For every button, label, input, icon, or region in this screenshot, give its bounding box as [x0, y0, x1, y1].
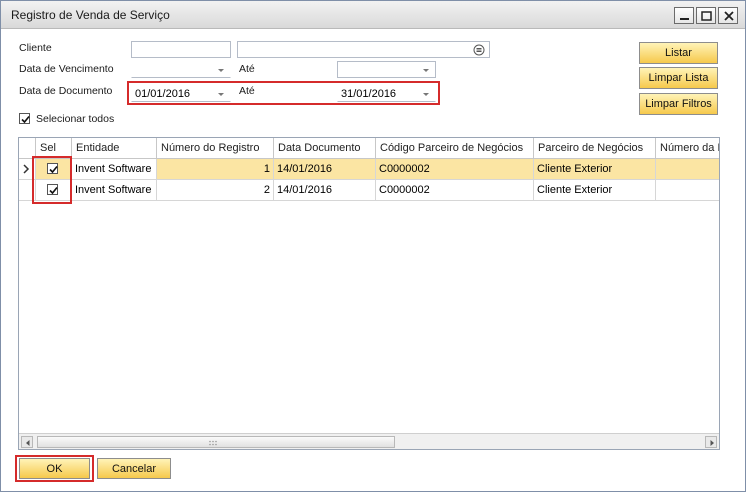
data-documento-cell[interactable]: 14/01/2016 [274, 180, 376, 200]
entidade-cell[interactable]: Invent Software [72, 159, 157, 179]
close-icon [724, 11, 734, 21]
entidade-cell[interactable]: Invent Software [72, 180, 157, 200]
data-documento-cell[interactable]: 14/01/2016 [274, 159, 376, 179]
column-header-entidade[interactable]: Entidade [72, 138, 157, 159]
vencimento-ate-label: Até [239, 63, 255, 75]
parceiro-cell[interactable]: Cliente Exterior [534, 180, 656, 200]
dialog-window: Registro de Venda de Serviço Cliente Dat… [0, 0, 746, 492]
listar-button[interactable]: Listar [639, 42, 718, 64]
cliente-label: Cliente [19, 42, 52, 54]
vencimento-to-field[interactable] [337, 61, 436, 78]
documento-label: Data de Documento [19, 85, 113, 97]
choose-from-list-icon[interactable] [473, 44, 485, 56]
scroll-left-button[interactable] [21, 436, 33, 448]
limpar-lista-button[interactable]: Limpar Lista [639, 67, 718, 89]
numero-n-cell[interactable] [656, 159, 719, 179]
vencimento-label: Data de Vencimento [19, 63, 114, 75]
vencimento-from-field[interactable] [131, 61, 231, 78]
maximize-button[interactable] [696, 7, 716, 24]
limpar-filtros-button[interactable]: Limpar Filtros [639, 93, 718, 115]
numero-n-cell[interactable] [656, 180, 719, 200]
grip-icon [209, 440, 217, 446]
scrollbar-thumb[interactable] [37, 436, 395, 448]
title-bar[interactable]: Registro de Venda de Serviço [1, 1, 745, 29]
ok-button[interactable]: OK [19, 458, 90, 479]
cliente-code-input[interactable] [131, 41, 231, 58]
minimize-icon [680, 18, 689, 20]
column-header-parceiro[interactable]: Parceiro de Negócios [534, 138, 656, 159]
scroll-right-button[interactable] [705, 436, 717, 448]
scroll-left-icon [26, 440, 30, 446]
grid-header: Sel Entidade Número do Registro Data Doc… [19, 138, 719, 159]
select-all-label: Selecionar todos [36, 113, 115, 125]
minimize-button[interactable] [674, 7, 694, 24]
column-header-codigo-parceiro[interactable]: Código Parceiro de Negócios [376, 138, 534, 159]
select-all-checkbox[interactable] [19, 113, 30, 124]
results-grid[interactable]: Sel Entidade Número do Registro Data Doc… [18, 137, 720, 450]
documento-to-field[interactable]: 31/01/2016 [337, 85, 436, 102]
maximize-icon [701, 11, 712, 21]
documento-from-field[interactable]: 01/01/2016 [131, 85, 231, 102]
numero-registro-cell[interactable]: 1 [157, 159, 274, 179]
codigo-parceiro-cell[interactable]: C0000002 [376, 159, 534, 179]
documento-ate-label: Até [239, 85, 255, 97]
column-header-data-documento[interactable]: Data Documento [274, 138, 376, 159]
window-title: Registro de Venda de Serviço [11, 8, 170, 22]
scroll-right-icon [710, 440, 714, 446]
parceiro-cell[interactable]: Cliente Exterior [534, 159, 656, 179]
codigo-parceiro-cell[interactable]: C0000002 [376, 180, 534, 200]
horizontal-scrollbar[interactable] [19, 433, 719, 449]
column-header-numero-n[interactable]: Número da N [656, 138, 719, 159]
close-button[interactable] [718, 7, 738, 24]
table-row[interactable]: Invent Software 1 14/01/2016 C0000002 Cl… [19, 159, 719, 180]
numero-registro-cell[interactable]: 2 [157, 180, 274, 200]
table-row[interactable]: Invent Software 2 14/01/2016 C0000002 Cl… [19, 180, 719, 201]
selection-highlight [32, 156, 72, 204]
cliente-name-input[interactable] [237, 41, 490, 58]
check-icon [21, 115, 30, 124]
column-header-numero-registro[interactable]: Número do Registro [157, 138, 274, 159]
cancel-button[interactable]: Cancelar [97, 458, 171, 479]
